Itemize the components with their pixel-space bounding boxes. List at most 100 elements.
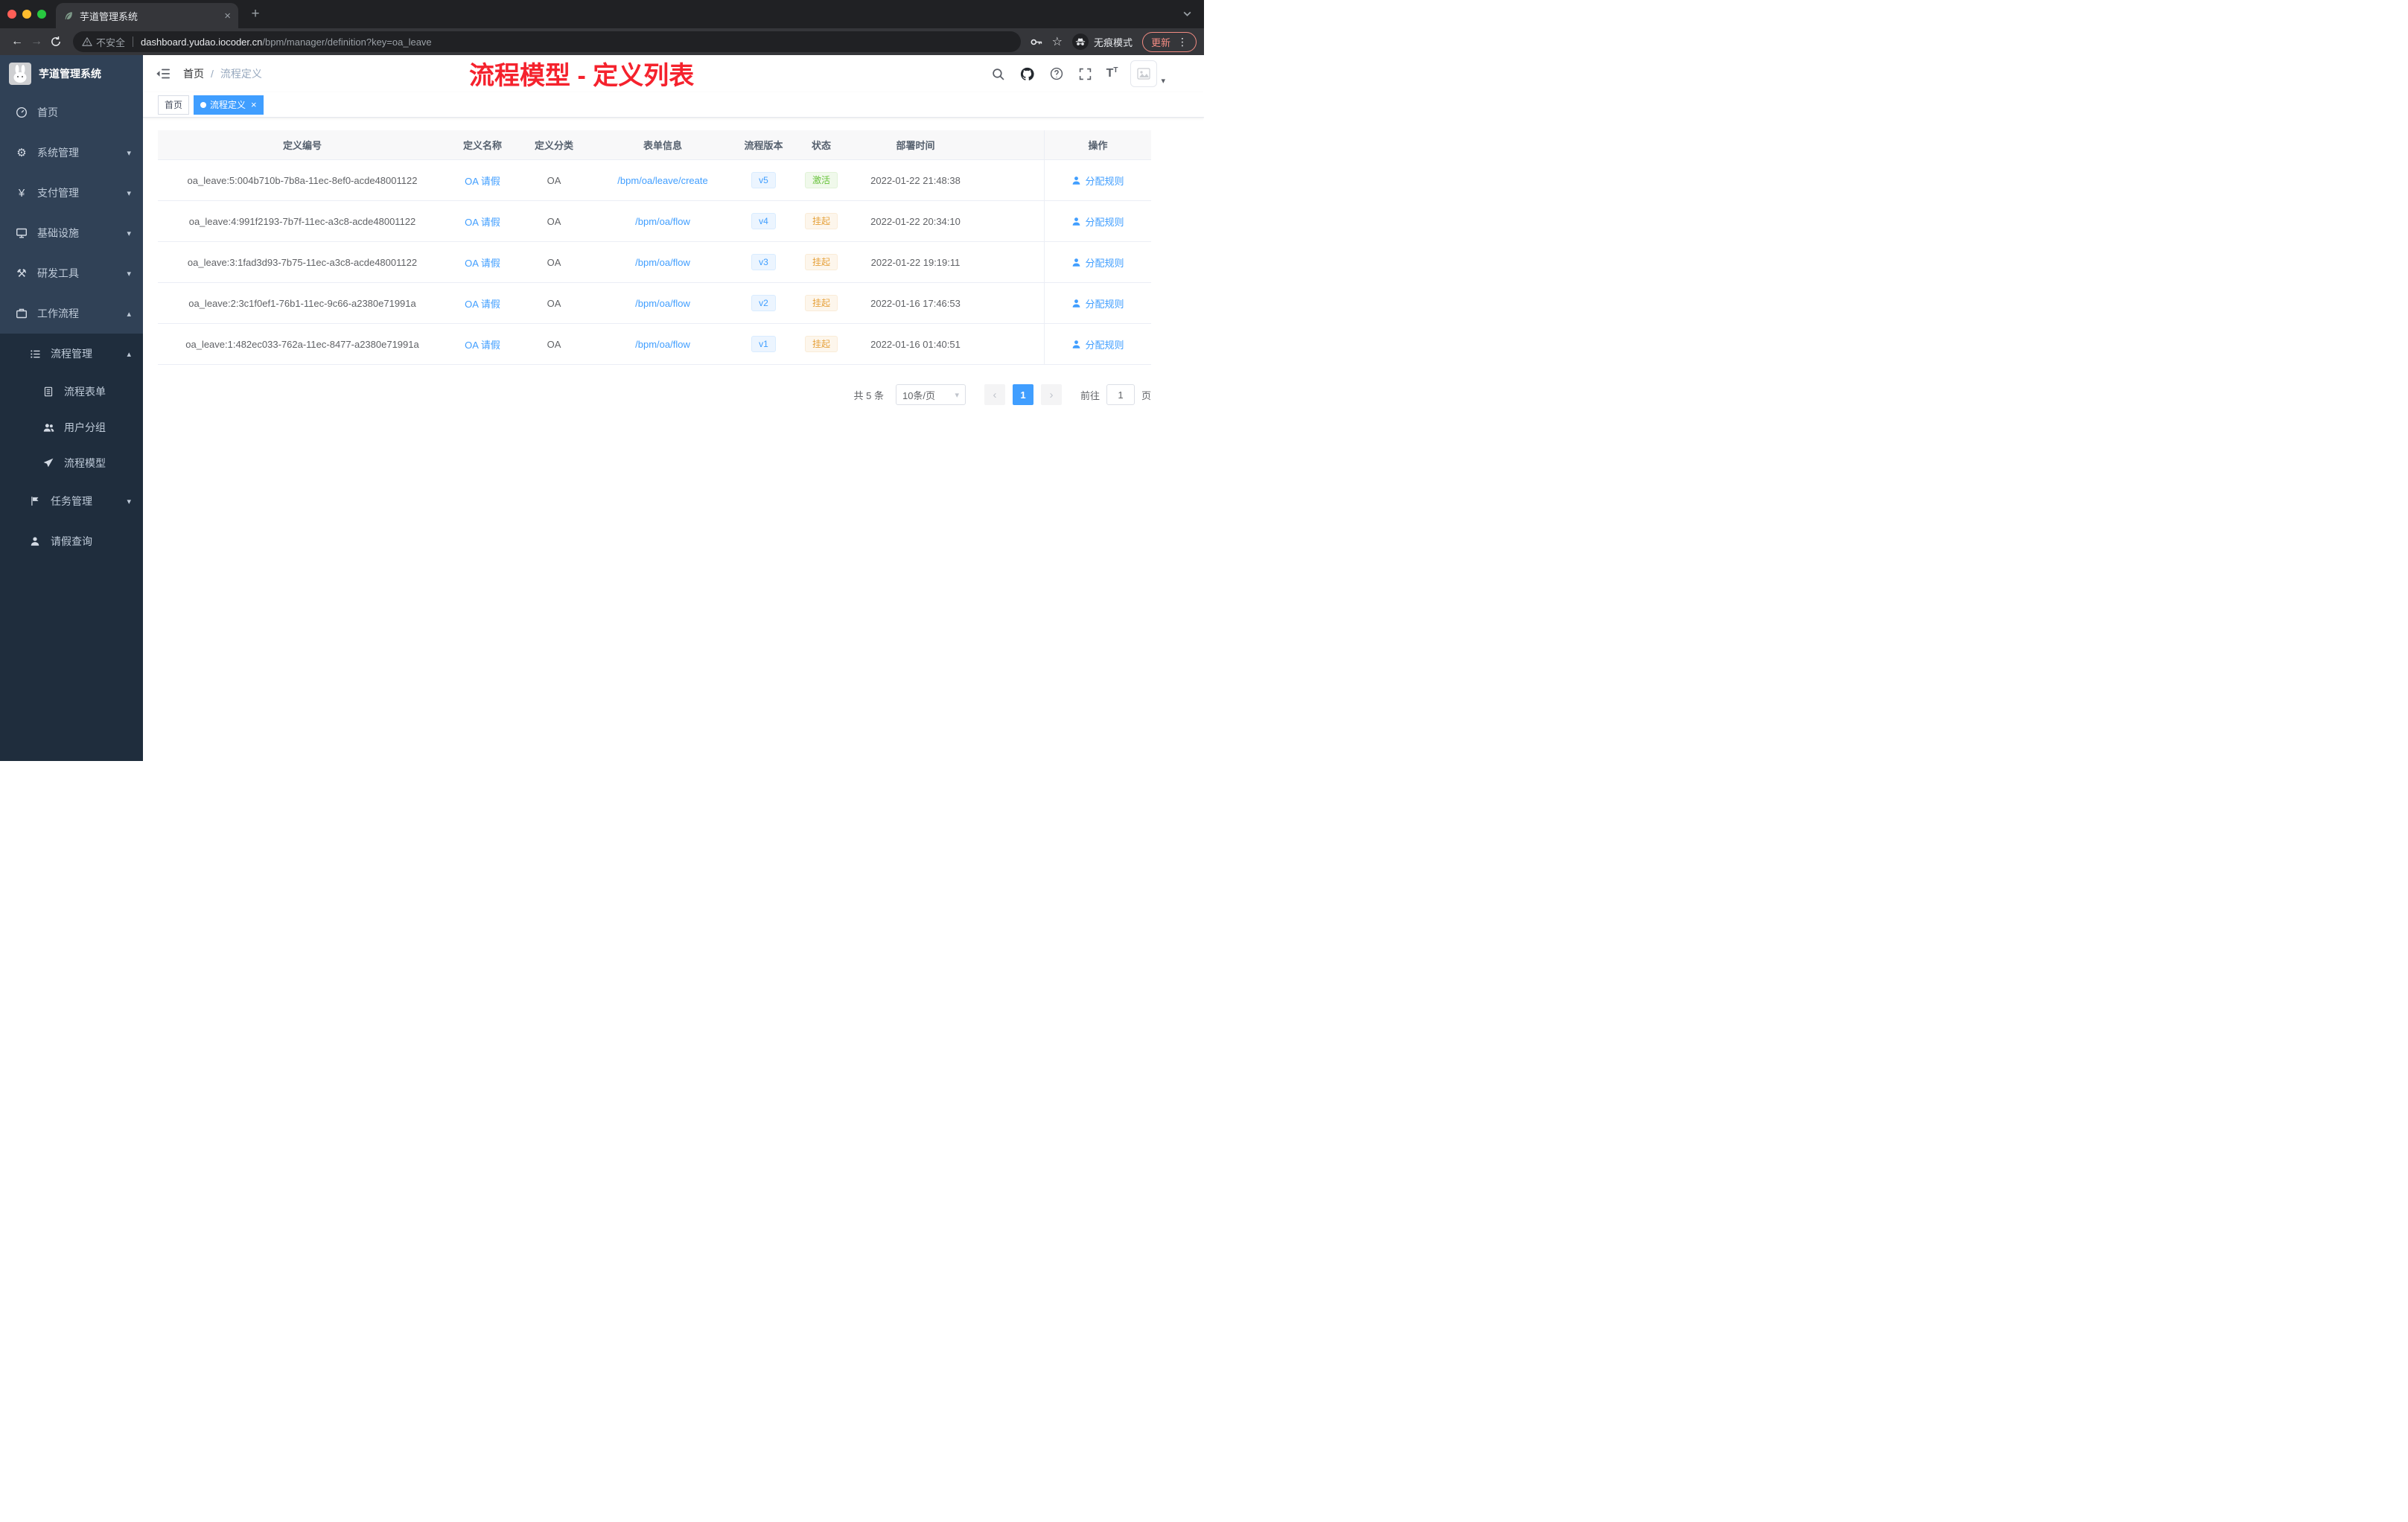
assign-rule-label: 分配规则: [1085, 216, 1124, 228]
sidebar-item-process-model[interactable]: 流程模型: [0, 445, 143, 481]
reload-icon[interactable]: [46, 32, 66, 51]
tag-process-definition[interactable]: 流程定义 ×: [194, 95, 264, 115]
sidebar-item-task-mgmt[interactable]: 任务管理 ▾: [0, 481, 143, 521]
sidebar-item-label: 首页: [37, 106, 58, 118]
pagination: 共 5 条 10条/页 ▾ ‹ 1 › 前往 页: [158, 384, 1151, 405]
incognito-label: 无痕模式: [1093, 36, 1133, 48]
navbar-tools: TT ▾: [990, 60, 1165, 87]
chevron-down-icon: ▾: [127, 497, 131, 506]
cell-category: OA: [547, 174, 561, 186]
page-number-button[interactable]: 1: [1012, 384, 1033, 405]
browser-tab[interactable]: 芋道管理系统 ×: [56, 3, 238, 28]
address-bar[interactable]: 不安全 dashboard.yudao.iocoder.cn/bpm/manag…: [73, 31, 1021, 52]
help-icon[interactable]: [1048, 66, 1065, 82]
sidebar-item-home[interactable]: 首页: [0, 92, 143, 133]
sidebar-fold-icon[interactable]: [155, 66, 171, 82]
sidebar-item-workflow[interactable]: 工作流程 ▴: [0, 293, 143, 334]
sidebar-item-leave-query[interactable]: 请假查询: [0, 521, 143, 561]
avatar-caret-icon: ▾: [1161, 77, 1165, 86]
definition-name-link[interactable]: OA 请假: [465, 214, 500, 229]
sidebar-item-infra[interactable]: 基础设施 ▾: [0, 213, 143, 253]
assign-rule-button[interactable]: 分配规则: [1071, 173, 1124, 188]
form-link[interactable]: /bpm/oa/flow: [635, 257, 690, 268]
definition-name-link[interactable]: OA 请假: [465, 173, 500, 188]
chrome-update-button[interactable]: 更新 ⋮: [1141, 31, 1197, 52]
tag-close-icon[interactable]: ×: [251, 100, 257, 109]
update-label: 更新: [1150, 36, 1170, 48]
search-icon[interactable]: [990, 66, 1007, 82]
minimize-window-button[interactable]: [22, 10, 31, 19]
back-icon[interactable]: ←: [7, 32, 27, 51]
sidebar-item-devtools[interactable]: ⚒ 研发工具 ▾: [0, 253, 143, 293]
security-warning[interactable]: 不安全: [82, 35, 125, 49]
tab-close-icon[interactable]: ×: [224, 10, 231, 22]
version-badge: v4: [751, 212, 776, 230]
chevron-up-icon: ▴: [127, 349, 131, 359]
sidebar-item-system[interactable]: ⚙ 系统管理 ▾: [0, 133, 143, 173]
column-status: 状态: [811, 140, 831, 151]
tag-home[interactable]: 首页: [158, 95, 190, 115]
table-row: oa_leave:1:482ec033-762a-11ec-8477-a2380…: [158, 324, 1151, 365]
breadcrumb-current: 流程定义: [220, 68, 262, 80]
paper-plane-icon: [42, 458, 55, 468]
tab-title: 芋道管理系统: [80, 10, 138, 22]
bookmark-star-icon[interactable]: ☆: [1052, 34, 1063, 49]
definition-name-link[interactable]: OA 请假: [465, 296, 500, 311]
zoom-window-button[interactable]: [37, 10, 46, 19]
cell-category: OA: [547, 215, 561, 227]
form-link[interactable]: /bpm/oa/leave/create: [617, 175, 707, 186]
document-icon: [42, 386, 55, 397]
browser-menu-icon[interactable]: ⋮: [1177, 36, 1188, 48]
page-size-select[interactable]: 10条/页 ▾: [895, 384, 966, 405]
sidebar-item-process-form[interactable]: 流程表单: [0, 374, 143, 410]
user-avatar-menu[interactable]: ▾: [1130, 60, 1165, 87]
annotation-overlay: 流程模型 - 定义列表: [469, 62, 695, 90]
url-path: /bpm/manager/definition?key=oa_leave: [262, 36, 432, 48]
table-row: oa_leave:4:991f2193-7b7f-11ec-a3c8-acde4…: [158, 201, 1151, 242]
sidebar-item-payment[interactable]: ¥ 支付管理 ▾: [0, 173, 143, 213]
sidebar-item-label: 任务管理: [51, 495, 92, 507]
cell-category: OA: [547, 338, 561, 350]
forward-icon[interactable]: →: [27, 32, 46, 51]
goto-page-input[interactable]: [1106, 384, 1135, 405]
close-window-button[interactable]: [7, 10, 16, 19]
dashboard-icon: [15, 106, 28, 118]
fullscreen-icon[interactable]: [1077, 66, 1094, 82]
app-title: 芋道管理系统: [39, 68, 101, 80]
new-tab-button[interactable]: +: [246, 4, 265, 24]
tag-label: 首页: [165, 100, 183, 110]
form-link[interactable]: /bpm/oa/flow: [635, 298, 690, 309]
version-badge: v3: [751, 253, 776, 271]
pagination-total: 共 5 条: [853, 389, 884, 401]
assign-rule-button[interactable]: 分配规则: [1071, 255, 1124, 270]
sidebar-item-label: 支付管理: [37, 187, 79, 199]
sidebar-item-user-group[interactable]: 用户分组: [0, 410, 143, 445]
assign-rule-button[interactable]: 分配规则: [1071, 296, 1124, 311]
breadcrumb-home[interactable]: 首页: [183, 66, 204, 81]
assign-rule-label: 分配规则: [1085, 298, 1124, 310]
password-key-icon[interactable]: [1030, 36, 1042, 48]
tab-search-chevron-icon[interactable]: [1182, 9, 1192, 19]
goto-label: 前往: [1080, 389, 1100, 401]
table-row: oa_leave:2:3c1f0ef1-76b1-11ec-9c66-a2380…: [158, 283, 1151, 324]
assign-rule-button[interactable]: 分配规则: [1071, 214, 1124, 229]
sidebar-logo[interactable]: 芋道管理系统: [0, 55, 143, 92]
tags-view-bar: 首页 流程定义 ×: [143, 92, 1204, 118]
definition-name-link[interactable]: OA 请假: [465, 337, 500, 351]
page-size-value: 10条/页: [902, 389, 936, 401]
monitor-icon: [15, 227, 28, 239]
avatar: [1130, 60, 1158, 87]
definition-name-link[interactable]: OA 请假: [465, 255, 500, 270]
sidebar-item-process-mgmt[interactable]: 流程管理 ▴: [0, 334, 143, 374]
github-icon[interactable]: [1019, 66, 1036, 82]
assign-rule-button[interactable]: 分配规则: [1071, 337, 1124, 351]
next-page-button[interactable]: ›: [1040, 384, 1062, 405]
prev-page-button[interactable]: ‹: [984, 384, 1005, 405]
definition-table: 定义编号 定义名称 定义分类 表单信息 流程版本 状态 部署时间 操作 oa_l…: [158, 130, 1151, 365]
person-icon: [1073, 258, 1080, 267]
sidebar-filler: [0, 561, 143, 761]
form-link[interactable]: /bpm/oa/flow: [635, 339, 690, 350]
form-link[interactable]: /bpm/oa/flow: [635, 216, 690, 227]
font-size-icon[interactable]: TT: [1106, 66, 1118, 82]
tools-icon: ⚒: [16, 267, 27, 280]
